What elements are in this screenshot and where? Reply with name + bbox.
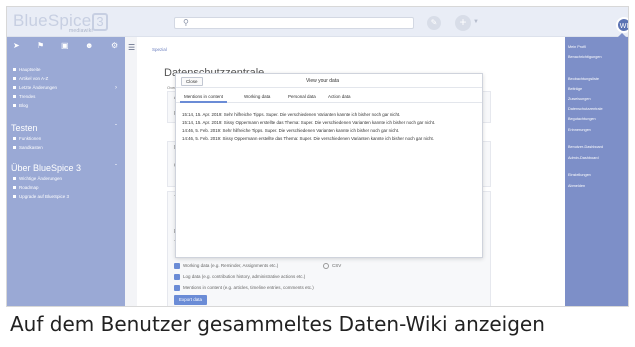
menu-item-mein-profil[interactable]: Mein Profil (568, 45, 586, 49)
menu-item-admin-dashboard[interactable]: Admin-Dashboard (568, 156, 599, 160)
home-icon (13, 68, 16, 72)
tab-personal-data[interactable]: Personal data (288, 94, 316, 99)
menu-item-begutachtungen[interactable]: Begutachtungen (568, 117, 596, 121)
list-item: 14:46, 5. Feb. 2019: Sehr hilfreiche Tip… (182, 128, 400, 133)
sidebar-item-hauptseite[interactable]: Hauptseite (13, 67, 41, 72)
top-bar: BlueSpice 3 mediawiki ⚲ ✎ + ▼ WI (7, 7, 628, 37)
close-button[interactable]: Close (181, 77, 203, 86)
checkbox-checked-icon (174, 274, 180, 280)
sidebar-item-upgrade[interactable]: Upgrade auf BlueSpice 3 (13, 194, 69, 199)
page-icon (13, 186, 16, 190)
gear-icon[interactable]: ⚙ (111, 41, 118, 50)
list-item: 15:14, 15. Apr. 2019: Sissy Oppermann er… (182, 120, 436, 125)
sidebar-group-title[interactable]: Testen (11, 123, 38, 133)
chevron-up-icon[interactable]: ˆ (115, 165, 117, 171)
export-data-button[interactable]: Export data (174, 295, 208, 305)
sidebar-group-title[interactable]: Über BlueSpice 3 (11, 163, 81, 173)
search-input[interactable]: ⚲ (174, 17, 414, 29)
csv-radio[interactable]: CSV (323, 263, 341, 269)
chevron-down-icon[interactable]: ▼ (473, 19, 479, 25)
page-icon (13, 137, 16, 141)
tab-mentions-in-content[interactable]: Mentions in content (180, 92, 228, 103)
add-button[interactable]: + (455, 15, 471, 31)
sidebar-item-blog[interactable]: Blog (13, 103, 28, 108)
page-icon (13, 146, 16, 150)
plus-icon: + (459, 15, 467, 29)
image-caption: Auf dem Benutzer gesammeltes Daten-Wiki … (10, 312, 545, 336)
menu-item-erinnerungen[interactable]: Erinnerungen (568, 128, 591, 132)
clock-icon (13, 86, 16, 90)
chevron-right-icon[interactable]: › (115, 85, 117, 91)
user-avatar[interactable]: WI (616, 17, 628, 33)
log-data-checkbox[interactable]: Log data (e.g. contribution history, adm… (174, 274, 305, 280)
page-icon (13, 77, 16, 81)
sidebar-toolbar: ➤ ⚑ ▣ ☻ ⚙ (13, 41, 119, 51)
screenshot: BlueSpice 3 mediawiki ⚲ ✎ + ▼ WI ➤ ⚑ ▣ ☻ … (6, 6, 629, 307)
sidebar-item-trendes[interactable]: Trendes (13, 94, 35, 99)
pencil-icon: ✎ (430, 18, 438, 27)
list-item: 15:14, 15. Apr. 2019: Sehr hilfreiche Ti… (182, 112, 401, 117)
hamburger-menu-icon[interactable]: ☰ (128, 43, 135, 52)
checkbox-checked-icon (174, 285, 180, 291)
left-sidebar: ➤ ⚑ ▣ ☻ ⚙ Hauptseite Artikel von A-Z Let… (7, 37, 125, 306)
page-icon (13, 104, 16, 108)
sidebar-item-artikel[interactable]: Artikel von A-Z (13, 76, 48, 81)
breadcrumb[interactable]: Spezial (152, 47, 167, 52)
user-menu: Mein Profil Benachrichtigungen Beobachtu… (565, 37, 628, 306)
dialog-header: Close View your data (176, 74, 482, 88)
logo-version: 3 (92, 13, 108, 31)
mentions-checkbox[interactable]: Mentions in content (e.g. articles, time… (174, 285, 314, 291)
menu-item-zuweisungen[interactable]: Zuweisungen (568, 97, 591, 101)
sidebar-item-roadmap[interactable]: Roadmap (13, 185, 39, 190)
page-icon (13, 95, 16, 99)
view-data-dialog: Close View your data Mentions in content… (175, 73, 483, 258)
bluespice-logo[interactable]: BlueSpice 3 mediawiki (13, 11, 108, 34)
menu-item-benachrichtigungen[interactable]: Benachrichtigungen (568, 55, 602, 59)
sidebar-item-funktionen[interactable]: Funktionen (13, 136, 41, 141)
page-icon (13, 177, 16, 181)
dialog-title: View your data (306, 78, 339, 84)
navigation-icon[interactable]: ➤ (13, 41, 20, 50)
tab-working-data[interactable]: Working data (244, 94, 270, 99)
sidebar-item-letzte-aenderungen[interactable]: Letzte Änderungen (13, 85, 57, 90)
checkbox-checked-icon (174, 263, 180, 269)
radio-icon (323, 263, 329, 269)
user-icon[interactable]: ☻ (85, 41, 93, 50)
sidebar-item-wichtige-aenderungen[interactable]: Wichtige Änderungen (13, 176, 62, 181)
menu-item-beitraege[interactable]: Beiträge (568, 87, 582, 91)
bookmark-icon[interactable]: ⚑ (37, 41, 44, 50)
pages-icon[interactable]: ▣ (61, 41, 69, 50)
edit-button[interactable]: ✎ (427, 16, 441, 30)
menu-item-benutzer-dashboard[interactable]: Benutzer-Dashboard (568, 145, 603, 149)
sidebar-item-sandkasten[interactable]: Sandkasten (13, 145, 43, 150)
image-frame: BlueSpice 3 mediawiki ⚲ ✎ + ▼ WI ➤ ⚑ ▣ ☻ … (0, 0, 635, 347)
logo-subtitle: mediawiki (69, 28, 93, 34)
tab-action-data[interactable]: Action data (328, 94, 351, 99)
dialog-tabs: Mentions in content Working data Persona… (176, 91, 482, 103)
page-icon (13, 195, 16, 199)
chevron-up-icon[interactable]: ˆ (115, 125, 117, 131)
menu-item-datenschutzzentrale[interactable]: Datenschutzzentrale (568, 107, 603, 111)
menu-item-beobachtungsliste[interactable]: Beobachtungsliste (568, 77, 599, 81)
working-data-checkbox[interactable]: Working data (e.g. Reminder, Assignments… (174, 263, 278, 269)
menu-item-einstellungen[interactable]: Einstellungen (568, 173, 591, 177)
menu-item-abmelden[interactable]: Abmelden (568, 184, 585, 188)
list-item: 14:46, 5. Feb. 2019: Sissy Oppermann ers… (182, 136, 434, 141)
search-icon: ⚲ (183, 18, 189, 27)
